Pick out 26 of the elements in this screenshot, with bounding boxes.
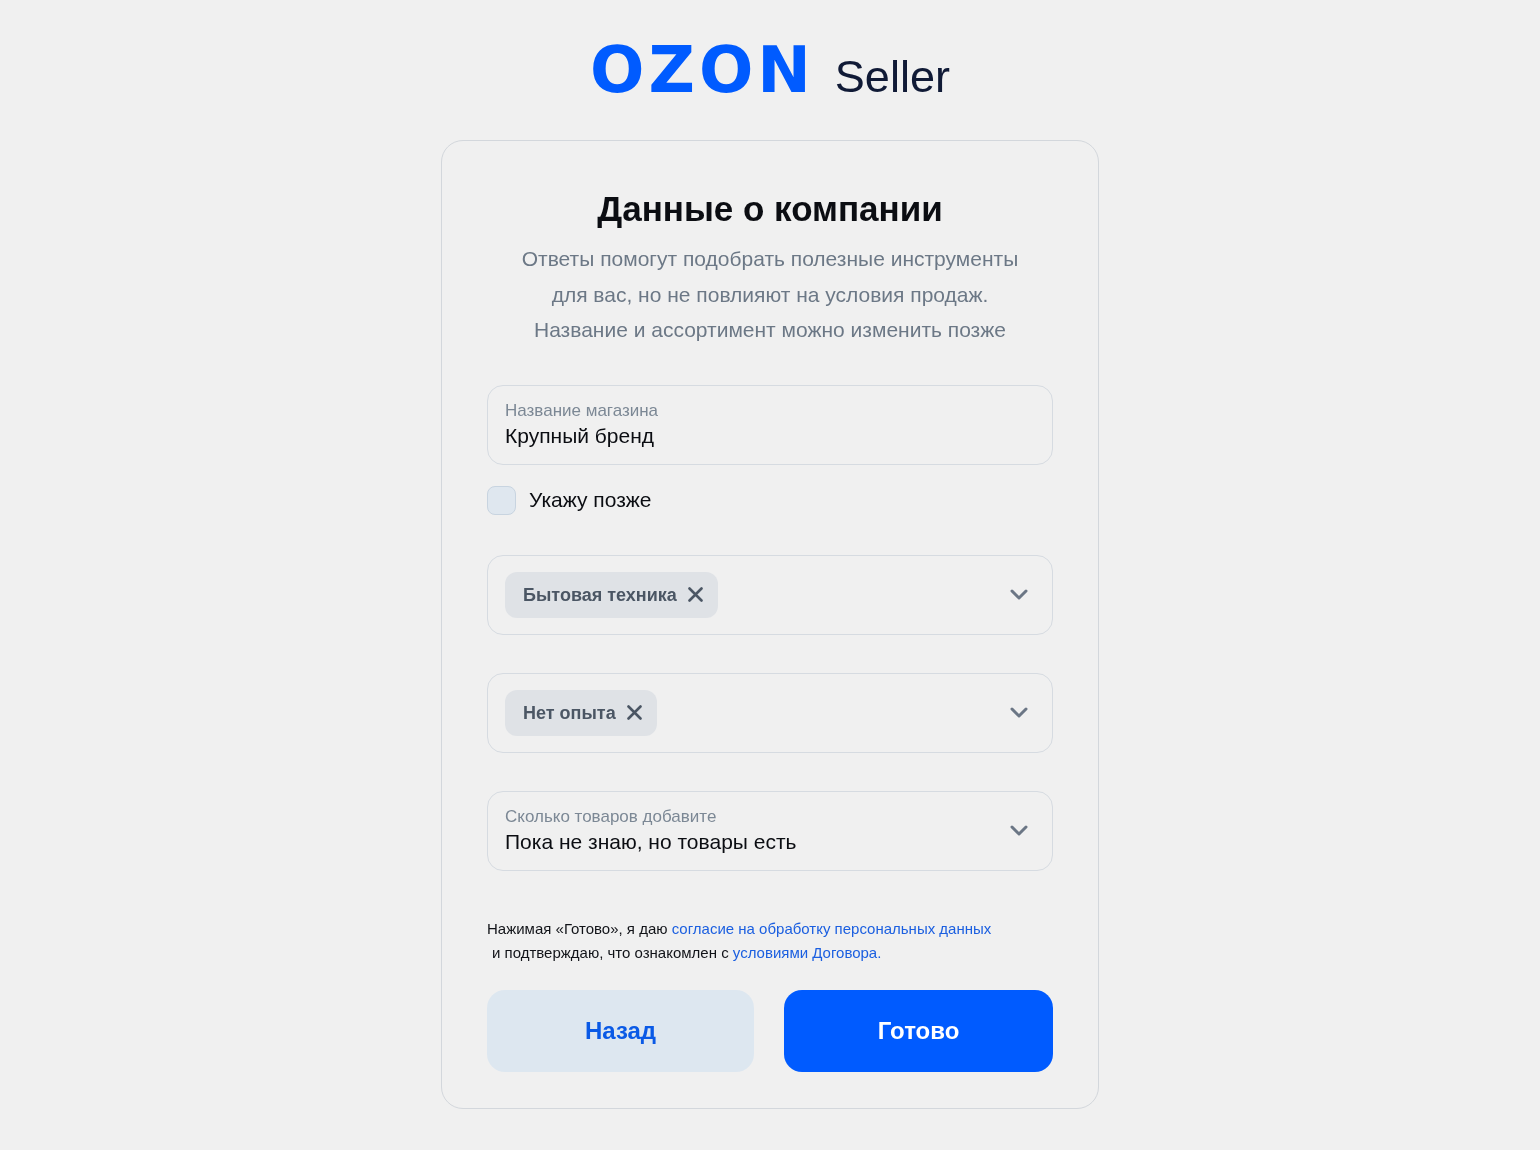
close-icon[interactable] — [626, 705, 642, 720]
field-value: Пока не знаю, но товары есть — [505, 828, 797, 855]
dropdown-field[interactable]: Бытовая техника — [487, 554, 1053, 635]
chevron-down-icon — [1010, 825, 1028, 836]
checkbox-label: Укажу позже — [529, 487, 652, 513]
agreement-link[interactable]: согласие на обработку персональных данных — [671, 919, 992, 937]
field-label: Название магазина — [505, 399, 659, 422]
dropdown-field[interactable]: Нет опыта — [487, 672, 1053, 753]
field-label: Сколько товаров добавите — [505, 805, 717, 828]
brand-logo: OZON — [590, 32, 815, 109]
dropdown-field[interactable]: Сколько товаров добавите Пока не знаю, но товары есть — [487, 790, 1053, 871]
tag-label: Бытовая техника — [523, 583, 677, 607]
checkbox[interactable] — [487, 485, 516, 515]
product-name: Seller — [834, 50, 950, 104]
close-icon[interactable] — [687, 587, 703, 602]
field-value: Крупный бренд — [505, 422, 655, 449]
form-title: Данные о компании — [597, 188, 943, 230]
chevron-down-icon — [1010, 589, 1028, 600]
chevron-down-icon — [1010, 707, 1028, 718]
consent-text: Нажимая «Готово», я даю согласие на обработку персональных данных и подтверждаю, что ознакомлен с условиями Договора. — [487, 918, 993, 963]
agreement-link[interactable]: условиями Договора. — [732, 943, 882, 961]
back-button[interactable]: Назад — [487, 989, 754, 1072]
submit-button[interactable]: Готово — [784, 989, 1053, 1072]
tag-label: Нет опыта — [523, 701, 616, 725]
form-description: Ответы помогут подобрать полезные инструменты для вас, но не повлияют на условия продаж. Название и ассортимент можно изменить позже — [521, 246, 1019, 343]
store-name-field[interactable]: Название магазина Крупный бренд — [487, 384, 1053, 465]
